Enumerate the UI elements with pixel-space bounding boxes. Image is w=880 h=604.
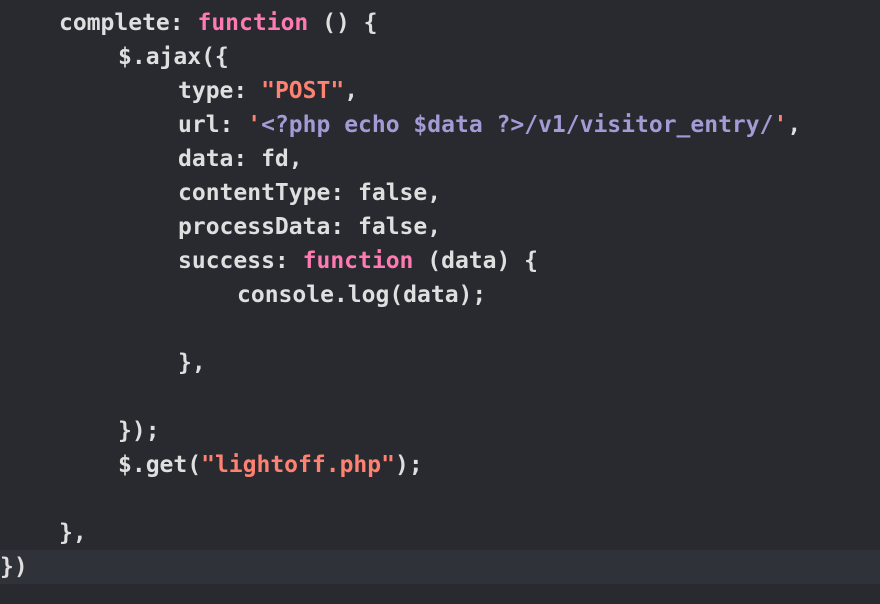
- string-token: ': [247, 112, 262, 138]
- code-line-close-complete[interactable]: },: [59, 516, 880, 550]
- code-line-get[interactable]: $.get("lightoff.php");: [118, 448, 880, 482]
- keyword-token: function: [302, 248, 414, 274]
- code-line-console-log[interactable]: console.log(data);: [237, 278, 880, 312]
- code-line-url[interactable]: url: '<?php echo $data ?>/v1/visitor_ent…: [178, 108, 880, 142]
- code-line-processdata[interactable]: processData: false,: [178, 210, 880, 244]
- code-line-close-ajax[interactable]: });: [118, 414, 880, 448]
- keyword-token: function: [197, 10, 309, 36]
- code-line-success[interactable]: success: function (data) {: [178, 244, 880, 278]
- code-token: }): [0, 554, 28, 580]
- code-token: type:: [178, 78, 262, 104]
- code-token: success:: [178, 248, 303, 274]
- string-token: "lightoff.php": [201, 452, 395, 478]
- code-line-ajax[interactable]: $.ajax({: [118, 40, 880, 74]
- code-token: url:: [178, 112, 248, 138]
- code-token: console.log(data);: [237, 282, 487, 308]
- code-token: );: [394, 452, 423, 478]
- code-line-data[interactable]: data: fd,: [178, 142, 880, 176]
- code-token: ,: [344, 78, 359, 104]
- code-token: processData: false,: [178, 214, 442, 240]
- code-token: });: [118, 418, 160, 444]
- code-line-close-outer[interactable]: }): [0, 550, 880, 584]
- code-line-contenttype[interactable]: contentType: false,: [178, 176, 880, 210]
- code-token: data: fd,: [178, 146, 303, 172]
- code-token: },: [59, 520, 87, 546]
- url-path-token: /v1/visitor_entry/: [524, 112, 774, 138]
- string-token: ': [773, 112, 788, 138]
- code-line-complete[interactable]: complete: function () {: [59, 6, 880, 40]
- code-token: },: [178, 350, 206, 376]
- code-line-type[interactable]: type: "POST",: [178, 74, 880, 108]
- code-token: $.ajax({: [118, 44, 229, 70]
- code-editor[interactable]: complete: function () { $.ajax({ type: "…: [0, 0, 880, 604]
- code-token: complete:: [59, 10, 198, 36]
- code-token: contentType: false,: [178, 180, 442, 206]
- code-token: (data) {: [413, 248, 539, 274]
- php-embed-token: <?php echo $data ?>: [261, 112, 525, 138]
- code-token: () {: [308, 10, 378, 36]
- code-token: ,: [787, 112, 802, 138]
- string-token: "POST": [261, 78, 345, 104]
- code-token: $.get(: [118, 452, 202, 478]
- code-line-close-success[interactable]: },: [178, 346, 880, 380]
